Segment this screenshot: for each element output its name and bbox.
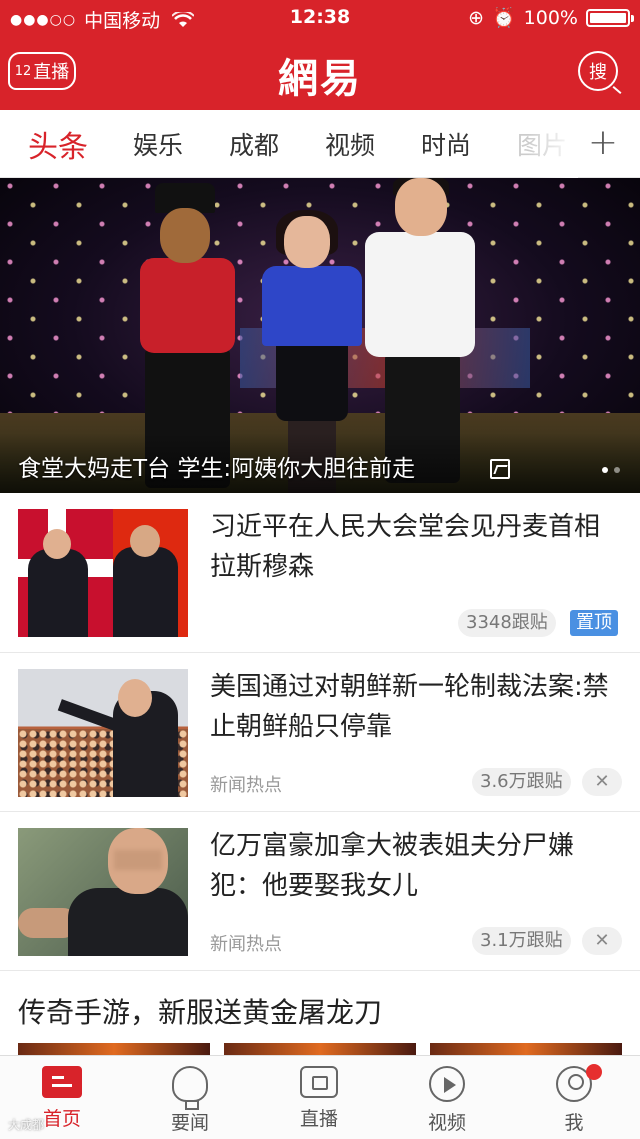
- status-bar: ●●●○○ 中国移动 12:38 ⊕ ⏰ 100%: [0, 0, 640, 36]
- promo-item[interactable]: 传奇手游，新服送黄金屠龙刀: [0, 971, 640, 1055]
- tab-fashion[interactable]: 时尚: [421, 126, 471, 162]
- nav-me[interactable]: 我: [524, 1062, 624, 1135]
- notification-dot: [586, 1064, 602, 1080]
- comment-count[interactable]: 3.6万跟贴: [472, 768, 571, 796]
- news-thumbnail: [18, 669, 188, 797]
- news-item[interactable]: 习近平在人民大会堂会见丹麦首相拉斯穆森 3348跟贴 置顶: [0, 493, 640, 653]
- news-source: 新闻热点: [210, 775, 282, 796]
- search-label: 搜: [589, 62, 607, 83]
- bulb-icon: [172, 1066, 208, 1110]
- battery-icon: [586, 8, 634, 27]
- comment-count[interactable]: 3.1万跟贴: [472, 927, 571, 955]
- tab-headlines[interactable]: 头条: [28, 122, 88, 166]
- rotation-lock-icon: ⊕: [468, 6, 484, 29]
- news-item[interactable]: 美国通过对朝鲜新一轮制裁法案:禁止朝鲜船只停靠 新闻热点 3.6万跟贴 ✕: [0, 653, 640, 812]
- news-headline: 亿万富豪加拿大被表姐夫分尸嫌犯：他要娶我女儿: [210, 831, 575, 901]
- carousel-pager: [602, 467, 620, 473]
- nav-live-label: 直播: [299, 1108, 338, 1130]
- comment-count[interactable]: 3348跟贴: [458, 609, 556, 637]
- bottom-nav: 首页 要闻 直播 视频 我: [0, 1055, 640, 1139]
- news-item[interactable]: 亿万富豪加拿大被表姐夫分尸嫌犯：他要娶我女儿 新闻热点 3.1万跟贴 ✕: [0, 812, 640, 971]
- dismiss-button[interactable]: ✕: [582, 927, 622, 955]
- pager-dot: [614, 467, 620, 473]
- news-headline: 习近平在人民大会堂会见丹麦首相拉斯穆森: [210, 512, 601, 582]
- pager-dot-active: [602, 467, 608, 473]
- dismiss-button[interactable]: ✕: [582, 768, 622, 796]
- tab-entertainment[interactable]: 娱乐: [133, 126, 183, 162]
- nav-top-news-label: 要闻: [170, 1112, 209, 1134]
- tabs-fade: [528, 110, 578, 178]
- nav-live[interactable]: 直播: [269, 1062, 369, 1131]
- promo-image: [430, 1043, 622, 1055]
- home-icon: [42, 1066, 82, 1098]
- nav-me-label: 我: [564, 1112, 584, 1134]
- channel-tabs: 头条 娱乐 成都 视频 时尚 图片 +: [0, 110, 640, 178]
- nav-home-label: 首页: [42, 1108, 81, 1130]
- pinned-badge: 置顶: [570, 610, 618, 636]
- news-thumbnail: [18, 828, 188, 956]
- news-headline: 美国通过对朝鲜新一轮制裁法案:禁止朝鲜船只停靠: [210, 672, 609, 742]
- top-bar: ●●●○○ 中国移动 12:38 ⊕ ⏰ 100% 12 直播 網易 搜: [0, 0, 640, 110]
- news-source: 新闻热点: [210, 934, 282, 955]
- watermark: 大成都: [8, 1118, 45, 1132]
- live-icon: [300, 1066, 338, 1098]
- nav-top-news[interactable]: 要闻: [140, 1062, 240, 1135]
- alarm-icon: ⏰: [492, 7, 516, 29]
- tab-video[interactable]: 视频: [325, 126, 375, 162]
- app-logo: 網易: [278, 55, 362, 102]
- battery-percent: 100%: [523, 6, 578, 29]
- gallery-icon: [490, 459, 510, 479]
- promo-image: [224, 1043, 416, 1055]
- news-thumbnail: [18, 509, 188, 637]
- play-icon: [429, 1066, 465, 1102]
- nav-video[interactable]: 视频: [397, 1062, 497, 1135]
- hero-title: 食堂大妈走T台 学生:阿姨你大胆往前走: [18, 456, 416, 482]
- app: ●●●○○ 中国移动 12:38 ⊕ ⏰ 100% 12 直播 網易 搜 头条 …: [0, 0, 640, 1139]
- tab-chengdu[interactable]: 成都: [229, 126, 279, 162]
- add-channel-button[interactable]: +: [588, 122, 618, 163]
- search-button[interactable]: 搜: [578, 51, 618, 91]
- nav-video-label: 视频: [427, 1112, 466, 1134]
- hero-banner[interactable]: 食堂大妈走T台 学生:阿姨你大胆往前走: [0, 178, 640, 493]
- promo-image: [18, 1043, 210, 1055]
- promo-title: 传奇手游，新服送黄金屠龙刀: [18, 996, 383, 1029]
